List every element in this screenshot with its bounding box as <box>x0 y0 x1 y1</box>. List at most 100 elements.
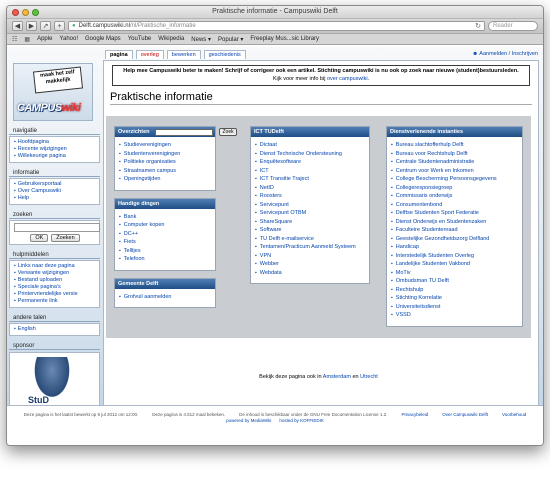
nav-item[interactable]: Recente wijzigingen <box>14 146 96 153</box>
portal-link[interactable]: Studieverenigingen <box>119 141 211 150</box>
utrecht-link[interactable]: Utrecht <box>360 374 378 380</box>
grid-icon[interactable]: ▦ <box>24 36 30 43</box>
footer-hosted-by[interactable]: hosted by KOFFIEDIK <box>279 418 324 423</box>
nav-item[interactable]: Gebruikersportaal <box>14 181 96 188</box>
portal-link[interactable]: Collegeresponsiegroep <box>391 184 518 193</box>
portal-link[interactable]: Bureau slachtofferhulp Delft <box>391 141 518 150</box>
portal-link[interactable]: Geestelijke Gezondheidszorg Delfland <box>391 235 518 244</box>
notice-link[interactable]: over campuswiki <box>327 76 368 82</box>
portal-link[interactable]: Dienst Onderwijs en Studentenzaken <box>391 218 518 227</box>
portal-link[interactable]: Consumentenbond <box>391 201 518 210</box>
portal-link[interactable]: Centrum voor Werk en Inkomen <box>391 167 518 176</box>
portal-link[interactable]: Servicepunt <box>255 201 365 210</box>
portal-link[interactable]: Bureau voor Rechtshulp Delft <box>391 150 518 159</box>
portal-link[interactable]: TU Delft e-mailservice <box>255 235 365 244</box>
portal-link[interactable]: Ombudsman TU Delft <box>391 277 518 286</box>
tab-bewerken[interactable]: bewerken <box>166 50 201 59</box>
portal-link[interactable]: NetID <box>255 184 365 193</box>
book-icon[interactable]: ☷ <box>12 36 17 43</box>
portal-link[interactable]: Webdata <box>255 269 365 278</box>
nav-item[interactable]: Verwante wijzigingen <box>14 270 96 277</box>
nav-item[interactable]: Willekeurige pagina <box>14 153 96 160</box>
bookmark-item[interactable]: Popular ▾ <box>218 36 243 43</box>
tab-geschiedenis[interactable]: geschiedenis <box>203 50 246 59</box>
search-input[interactable] <box>14 223 100 232</box>
sponsor-logo[interactable]: StuD <box>9 352 100 408</box>
portal-link[interactable]: Commissaris onderwijs <box>391 192 518 201</box>
portal-link[interactable]: Interstedelijk Studenten Overleg <box>391 252 518 261</box>
share-button[interactable]: ↗ <box>40 21 51 31</box>
portal-link[interactable]: Delftse Studenten Sport Federatie <box>391 209 518 218</box>
login-link[interactable]: ☻ Aanmelden / Inschrijven <box>472 51 538 57</box>
portal-link[interactable]: Grofvuil aanmelden <box>119 293 211 302</box>
bookmark-item[interactable]: Apple <box>37 36 52 42</box>
portal-link[interactable]: Stichting Korrelatie <box>391 294 518 303</box>
nav-item[interactable]: Hoofdpagina <box>14 139 96 146</box>
portal-link[interactable]: Telefoon <box>119 255 211 264</box>
portal-link[interactable]: ShareSquare <box>255 218 365 227</box>
portal-link[interactable]: Bank <box>119 213 211 222</box>
nav-item[interactable]: Permanente link <box>14 298 96 305</box>
portal-link[interactable]: ICT <box>255 167 365 176</box>
portal-link[interactable]: VPN <box>255 252 365 261</box>
site-logo[interactable]: maak het zelf makkelijk CAMPUSwiki <box>13 63 93 121</box>
bookmark-item[interactable]: Freeplay Mus...sic Library <box>250 36 319 42</box>
portal-link[interactable]: Rechtshulp <box>391 286 518 295</box>
address-bar[interactable]: ● Delft.campuswiki.nl/nl/Praktische_info… <box>68 21 485 31</box>
portal-link[interactable]: Studentenverenigingen <box>119 150 211 159</box>
reload-icon[interactable]: ↻ <box>475 22 481 30</box>
portal-link[interactable]: Webber <box>255 260 365 269</box>
portal-search-input[interactable] <box>155 128 214 136</box>
portal-link[interactable]: Dienst Technische Ondersteuning <box>255 150 365 159</box>
nav-item[interactable]: Help <box>14 195 96 202</box>
portal-link[interactable]: Computer kopen <box>119 221 211 230</box>
portal-link[interactable]: ICT Transitie Traject <box>255 175 365 184</box>
ok-button[interactable]: OK <box>30 234 49 242</box>
portal-link[interactable]: Dictaat <box>255 141 365 150</box>
zoek-button[interactable]: Zoek <box>219 128 237 136</box>
portal-link[interactable]: Enquêtesoftware <box>255 158 365 167</box>
nav-item[interactable]: Printervriendelijke versie <box>14 291 96 298</box>
portal-link[interactable]: Universiteitsdienst <box>391 303 518 312</box>
bookmark-item[interactable]: YouTube <box>128 36 152 42</box>
portal-link[interactable]: Handicap <box>391 243 518 252</box>
portal-link[interactable]: Politieke organisaties <box>119 158 211 167</box>
portal-link[interactable]: Software <box>255 226 365 235</box>
nav-item[interactable]: Bestand uploaden <box>14 277 96 284</box>
footer-about-link[interactable]: Over Campuswiki Delft <box>442 412 488 417</box>
portal-link[interactable]: Centrale Studentenadministratie <box>391 158 518 167</box>
portal-link[interactable]: DC++ <box>119 230 211 239</box>
portal-link[interactable]: Roosters <box>255 192 365 201</box>
portal-link[interactable]: Tentamen/Practicum Aanmeld Systeem <box>255 243 365 252</box>
footer-disclaimer-link[interactable]: Voorbehoud <box>502 412 526 417</box>
footer-powered-by[interactable]: powered by MediaWiki <box>226 418 271 423</box>
bookmark-item[interactable]: Wikipedia <box>158 36 184 42</box>
portal-link[interactable]: Landelijke Studenten Vakbond <box>391 260 518 269</box>
portal-link[interactable]: Openingstijden <box>119 175 211 184</box>
tab-overleg[interactable]: overleg <box>135 50 164 59</box>
bookmark-item[interactable]: Google Maps <box>85 36 121 42</box>
portal-link[interactable]: Straatnamen campus <box>119 167 211 176</box>
portal-link[interactable]: MoTiv <box>391 269 518 278</box>
add-button[interactable]: + <box>54 21 65 31</box>
portal-link[interactable]: College Bescherming Persoonsgegevens <box>391 175 518 184</box>
nav-item[interactable]: Over Campuswiki <box>14 188 96 195</box>
portal-link[interactable]: Telltjes <box>119 247 211 256</box>
nav-item[interactable]: Links naar deze pagina <box>14 263 96 270</box>
reader-button[interactable]: Reader <box>488 21 538 31</box>
tab-pagina[interactable]: pagina <box>105 50 133 59</box>
nav-item[interactable]: Speciale pagina's <box>14 284 96 291</box>
footer-privacy-link[interactable]: Privacybeleid <box>401 412 428 417</box>
amsterdam-link[interactable]: Amsterdam <box>323 374 351 380</box>
back-button[interactable]: ◀ <box>12 21 23 31</box>
portal-link[interactable]: Faculteire Studentenraad <box>391 226 518 235</box>
forward-button[interactable]: ▶ <box>26 21 37 31</box>
bookmark-item[interactable]: News ▾ <box>191 36 211 43</box>
search-button[interactable]: Zoeken <box>51 234 80 242</box>
portal-link[interactable]: Servicepunt OTBM <box>255 209 365 218</box>
portal-link[interactable]: VSSD <box>391 311 518 320</box>
nav-item[interactable]: English <box>14 326 96 333</box>
footer-license[interactable]: De inhoud is beschikbaar onder de GNU Fr… <box>239 412 387 417</box>
portal-link[interactable]: Fiets <box>119 238 211 247</box>
bookmark-item[interactable]: Yahoo! <box>59 36 78 42</box>
